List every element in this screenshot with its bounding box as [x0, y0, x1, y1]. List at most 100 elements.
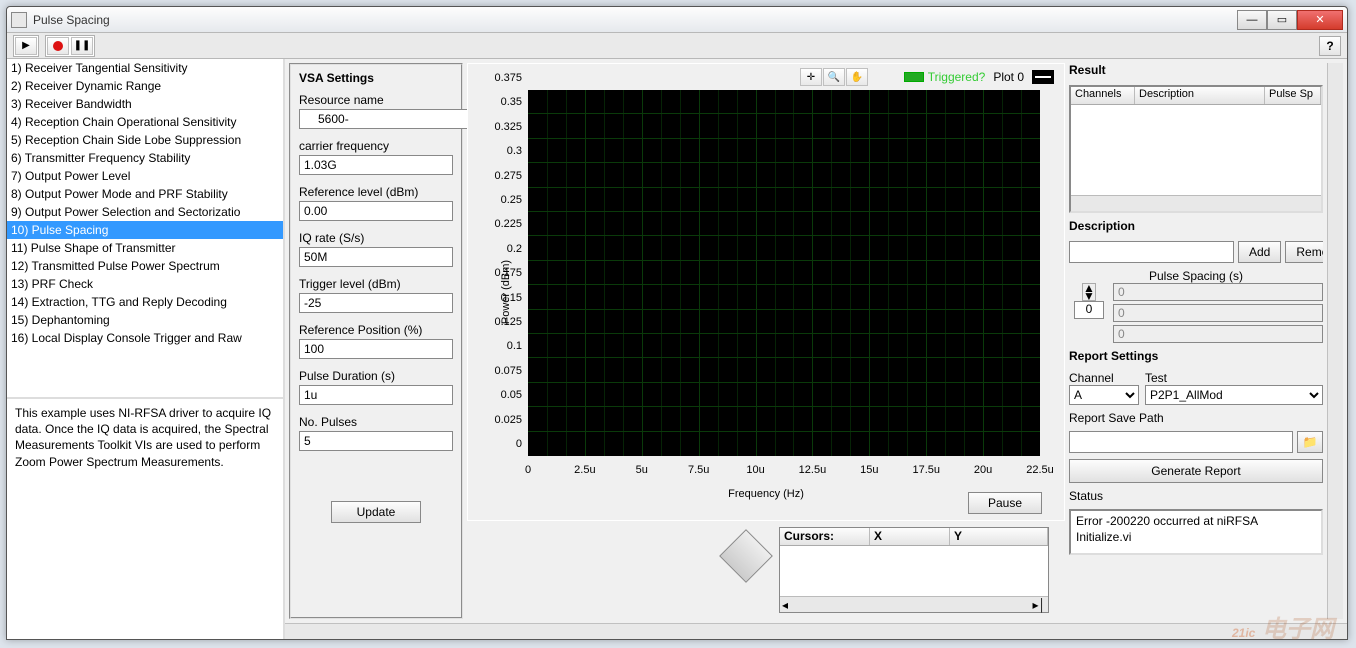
result-scrollbar[interactable] [1071, 195, 1321, 211]
channel-label: Channel [1069, 371, 1139, 385]
status-label: Status [1069, 489, 1323, 503]
pulse-spacing-label: Pulse Spacing (s) [1069, 269, 1323, 283]
plot-area[interactable] [528, 90, 1040, 456]
cursor-col-y: Y [950, 528, 1048, 545]
main-hscroll[interactable] [285, 623, 1347, 639]
record-button[interactable] [47, 37, 69, 55]
ref-pos-label: Reference Position (%) [299, 323, 453, 337]
plot0-line-icon [1032, 70, 1054, 84]
report-path-input[interactable] [1069, 431, 1293, 453]
run-button[interactable]: ▶ [15, 37, 37, 55]
carrier-input[interactable] [299, 155, 453, 175]
toolbar: ▶ ❚❚ ? [7, 33, 1347, 59]
x-axis: 02.5u5u7.5u10u12.5u15u17.5u20u22.5u [528, 462, 1040, 482]
help-button[interactable]: ? [1319, 36, 1341, 56]
minimize-button[interactable]: — [1237, 10, 1267, 30]
generate-report-button[interactable]: Generate Report [1069, 459, 1323, 483]
window-title: Pulse Spacing [33, 13, 1237, 27]
pulse-spacing-spinner[interactable]: ▲▼ [1082, 283, 1096, 301]
app-icon [11, 12, 27, 28]
carrier-label: carrier frequency [299, 139, 453, 153]
resource-name-label: Resource name [299, 93, 453, 107]
no-pulses-label: No. Pulses [299, 415, 453, 429]
test-list[interactable]: 1) Receiver Tangential Sensitivity2) Rec… [7, 59, 283, 399]
test-list-item[interactable]: 12) Transmitted Pulse Power Spectrum [7, 257, 283, 275]
result-heading: Result [1069, 63, 1323, 77]
test-list-item[interactable]: 8) Output Power Mode and PRF Stability [7, 185, 283, 203]
channel-select[interactable]: A [1069, 385, 1139, 405]
ref-level-input[interactable] [299, 201, 453, 221]
pan-tool-icon[interactable]: ✋ [846, 68, 868, 86]
path-label: Report Save Path [1069, 411, 1323, 425]
no-pulses-input[interactable] [299, 431, 453, 451]
test-list-item[interactable]: 9) Output Power Selection and Sectorizat… [7, 203, 283, 221]
triggered-label: Triggered? [928, 70, 986, 84]
test-list-item[interactable]: 10) Pulse Spacing [7, 221, 283, 239]
triggered-led-icon [904, 72, 924, 82]
main-window: Pulse Spacing — ▭ ✕ ▶ ❚❚ ? 1) Receiver T… [6, 6, 1348, 640]
result-col-channels: Channels [1071, 87, 1135, 104]
pulse-dur-label: Pulse Duration (s) [299, 369, 453, 383]
pulse-dur-input[interactable] [299, 385, 453, 405]
report-heading: Report Settings [1069, 349, 1323, 363]
test-description: This example uses NI-RFSA driver to acqu… [7, 399, 283, 639]
cursor-table[interactable]: Cursors: X Y ◂▸│ [779, 527, 1049, 613]
iq-rate-label: IQ rate (S/s) [299, 231, 453, 245]
pulse-spacing-value[interactable] [1113, 325, 1323, 343]
zoom-tool-icon[interactable]: 🔍 [823, 68, 845, 86]
update-button[interactable]: Update [331, 501, 421, 523]
pause-button[interactable]: Pause [968, 492, 1042, 514]
result-col-desc: Description [1135, 87, 1265, 104]
cursor-scrollbar[interactable]: ◂▸│ [780, 596, 1048, 612]
ref-pos-input[interactable] [299, 339, 453, 359]
add-button[interactable]: Add [1238, 241, 1281, 263]
pan-diamond-icon[interactable] [719, 529, 773, 583]
test-list-item[interactable]: 13) PRF Check [7, 275, 283, 293]
pause-toolbar-button[interactable]: ❚❚ [71, 37, 93, 55]
titlebar[interactable]: Pulse Spacing — ▭ ✕ [7, 7, 1347, 33]
close-button[interactable]: ✕ [1297, 10, 1343, 30]
resource-name-input[interactable] [299, 109, 478, 129]
trigger-level-input[interactable] [299, 293, 453, 313]
result-col-ps: Pulse Sp [1265, 87, 1321, 104]
test-list-item[interactable]: 14) Extraction, TTG and Reply Decoding [7, 293, 283, 311]
test-list-item[interactable]: 3) Receiver Bandwidth [7, 95, 283, 113]
vsa-settings-panel: VSA Settings Resource name ▼ carrier fre… [289, 63, 463, 619]
pulse-spacing-index[interactable]: 0 [1074, 301, 1104, 319]
y-axis: 00.0250.050.0750.10.1250.150.1750.20.225… [468, 90, 526, 456]
remove-button[interactable]: Remove [1285, 241, 1323, 263]
trigger-level-label: Trigger level (dBm) [299, 277, 453, 291]
test-list-item[interactable]: 16) Local Display Console Trigger and Ra… [7, 329, 283, 347]
test-list-item[interactable]: 15) Dephantoming [7, 311, 283, 329]
plot-panel: ✛ 🔍 ✋ Triggered? Plot 0 Power (dBm) 00.0… [467, 63, 1065, 521]
plot0-label: Plot 0 [993, 70, 1024, 84]
result-table[interactable]: Channels Description Pulse Sp [1069, 85, 1323, 213]
x-axis-label: Frequency (Hz) [728, 488, 804, 500]
test-list-item[interactable]: 6) Transmitter Frequency Stability [7, 149, 283, 167]
pulse-spacing-value[interactable] [1113, 304, 1323, 322]
browse-button[interactable]: 📁 [1297, 431, 1323, 453]
test-list-item[interactable]: 7) Output Power Level [7, 167, 283, 185]
status-box: Error -200220 occurred at niRFSA Initial… [1069, 509, 1323, 555]
test-list-item[interactable]: 4) Reception Chain Operational Sensitivi… [7, 113, 283, 131]
sidebar: 1) Receiver Tangential Sensitivity2) Rec… [7, 59, 285, 639]
ref-level-label: Reference level (dBm) [299, 185, 453, 199]
desc-label: Description [1069, 219, 1323, 233]
test-list-item[interactable]: 11) Pulse Shape of Transmitter [7, 239, 283, 257]
plot-canvas[interactable] [528, 90, 1040, 456]
main-vscroll[interactable] [1327, 63, 1343, 619]
vsa-heading: VSA Settings [299, 71, 453, 85]
cursor-col-name: Cursors: [780, 528, 870, 545]
description-input[interactable] [1069, 241, 1234, 263]
cursor-col-x: X [870, 528, 950, 545]
maximize-button[interactable]: ▭ [1267, 10, 1297, 30]
test-list-item[interactable]: 1) Receiver Tangential Sensitivity [7, 59, 283, 77]
right-panel: Result Channels Description Pulse Sp Des… [1069, 63, 1323, 619]
test-list-item[interactable]: 5) Reception Chain Side Lobe Suppression [7, 131, 283, 149]
test-select[interactable]: P2P1_AllMod [1145, 385, 1323, 405]
iq-rate-input[interactable] [299, 247, 453, 267]
crosshair-tool-icon[interactable]: ✛ [800, 68, 822, 86]
pulse-spacing-value[interactable] [1113, 283, 1323, 301]
test-list-item[interactable]: 2) Receiver Dynamic Range [7, 77, 283, 95]
test-label: Test [1145, 371, 1323, 385]
